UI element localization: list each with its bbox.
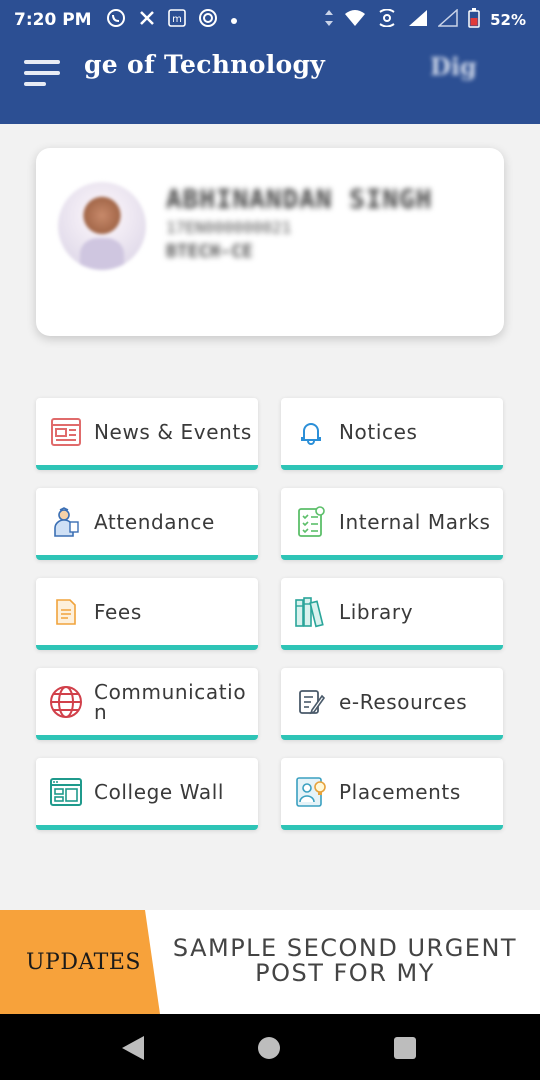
dashboard-icon [48, 774, 84, 810]
system-nav-bar [0, 1014, 540, 1080]
profile-card[interactable]: ABHINANDAN SINGH 17EN000000021 BTECH-CE [36, 148, 504, 336]
menu-icon-bar [24, 82, 46, 86]
updates-bar[interactable]: UPDATES SAMPLE SECOND URGENT POST FOR MY [0, 910, 540, 1014]
battery-percent: 52% [490, 11, 526, 29]
avatar [58, 182, 146, 270]
tile-label: Notices [339, 419, 418, 444]
tile-label: Internal Marks [339, 509, 491, 534]
newspaper-icon [48, 414, 84, 450]
menu-icon-bar [24, 71, 60, 75]
globe-icon [48, 684, 84, 720]
app-title-scroll: Dig [430, 52, 477, 81]
profile-info: ABHINANDAN SINGH 17EN000000021 BTECH-CE [166, 186, 432, 262]
m-app-icon: m [167, 9, 186, 31]
tile-label: Placements [339, 779, 461, 804]
wifi-icon [344, 9, 366, 31]
student-course: BTECH-CE [166, 241, 253, 262]
pinwheel-icon [138, 9, 156, 31]
tile-label: Attendance [94, 509, 215, 534]
tile-college-wall[interactable]: College Wall [36, 758, 258, 830]
swirl-icon [198, 8, 218, 32]
books-icon [293, 594, 329, 630]
tile-library[interactable]: Library [281, 578, 503, 650]
student-name: ABHINANDAN SINGH [166, 185, 433, 215]
tile-label: Communication [94, 679, 247, 724]
back-icon[interactable] [122, 1036, 144, 1060]
updates-badge: UPDATES [0, 910, 160, 1014]
tile-attendance[interactable]: Attendance [36, 488, 258, 560]
home-icon[interactable] [258, 1037, 280, 1059]
tile-label: College Wall [94, 779, 225, 804]
whatsapp-icon [106, 8, 126, 32]
tile-label: e-Resources [339, 689, 468, 714]
dot-icon [230, 11, 238, 29]
status-time: 7:20 PM [14, 10, 92, 30]
tile-placements[interactable]: Placements [281, 758, 503, 830]
tile-e-resources[interactable]: e-Resources [281, 668, 503, 740]
menu-icon-bar [24, 60, 60, 64]
hotspot-icon [376, 8, 398, 31]
edit-note-icon [293, 684, 329, 720]
system-icons: 52% [324, 8, 526, 32]
svg-text:m: m [172, 14, 182, 25]
tile-notices[interactable]: Notices [281, 398, 503, 470]
tile-label: Library [339, 599, 414, 624]
notification-icons: m [106, 8, 238, 32]
tile-label: News & Events [94, 419, 252, 444]
document-icon [48, 594, 84, 630]
person-idea-icon [293, 774, 329, 810]
recent-apps-icon[interactable] [394, 1037, 416, 1059]
tile-label: Fees [94, 599, 142, 624]
menu-button[interactable] [24, 60, 60, 92]
battery-icon [468, 8, 480, 32]
student-roll: 17EN000000021 [166, 218, 292, 237]
signal-icon [408, 9, 428, 31]
app-title: ge of Technology [84, 50, 326, 79]
bell-icon [293, 414, 329, 450]
app-bar: ge of Technology Dig [0, 40, 540, 124]
tile-news-events[interactable]: News & Events [36, 398, 258, 470]
teacher-icon [48, 504, 84, 540]
updates-marquee-text[interactable]: SAMPLE SECOND URGENT POST FOR MY [170, 936, 520, 986]
checklist-icon [293, 504, 329, 540]
tile-fees[interactable]: Fees [36, 578, 258, 650]
signal-2-icon [437, 8, 458, 31]
tile-communication[interactable]: Communication [36, 668, 258, 740]
updates-badge-label: UPDATES [26, 949, 141, 975]
tile-internal-marks[interactable]: Internal Marks [281, 488, 503, 560]
data-arrows-icon [324, 9, 334, 31]
status-bar: 7:20 PM m 52% [0, 0, 540, 40]
